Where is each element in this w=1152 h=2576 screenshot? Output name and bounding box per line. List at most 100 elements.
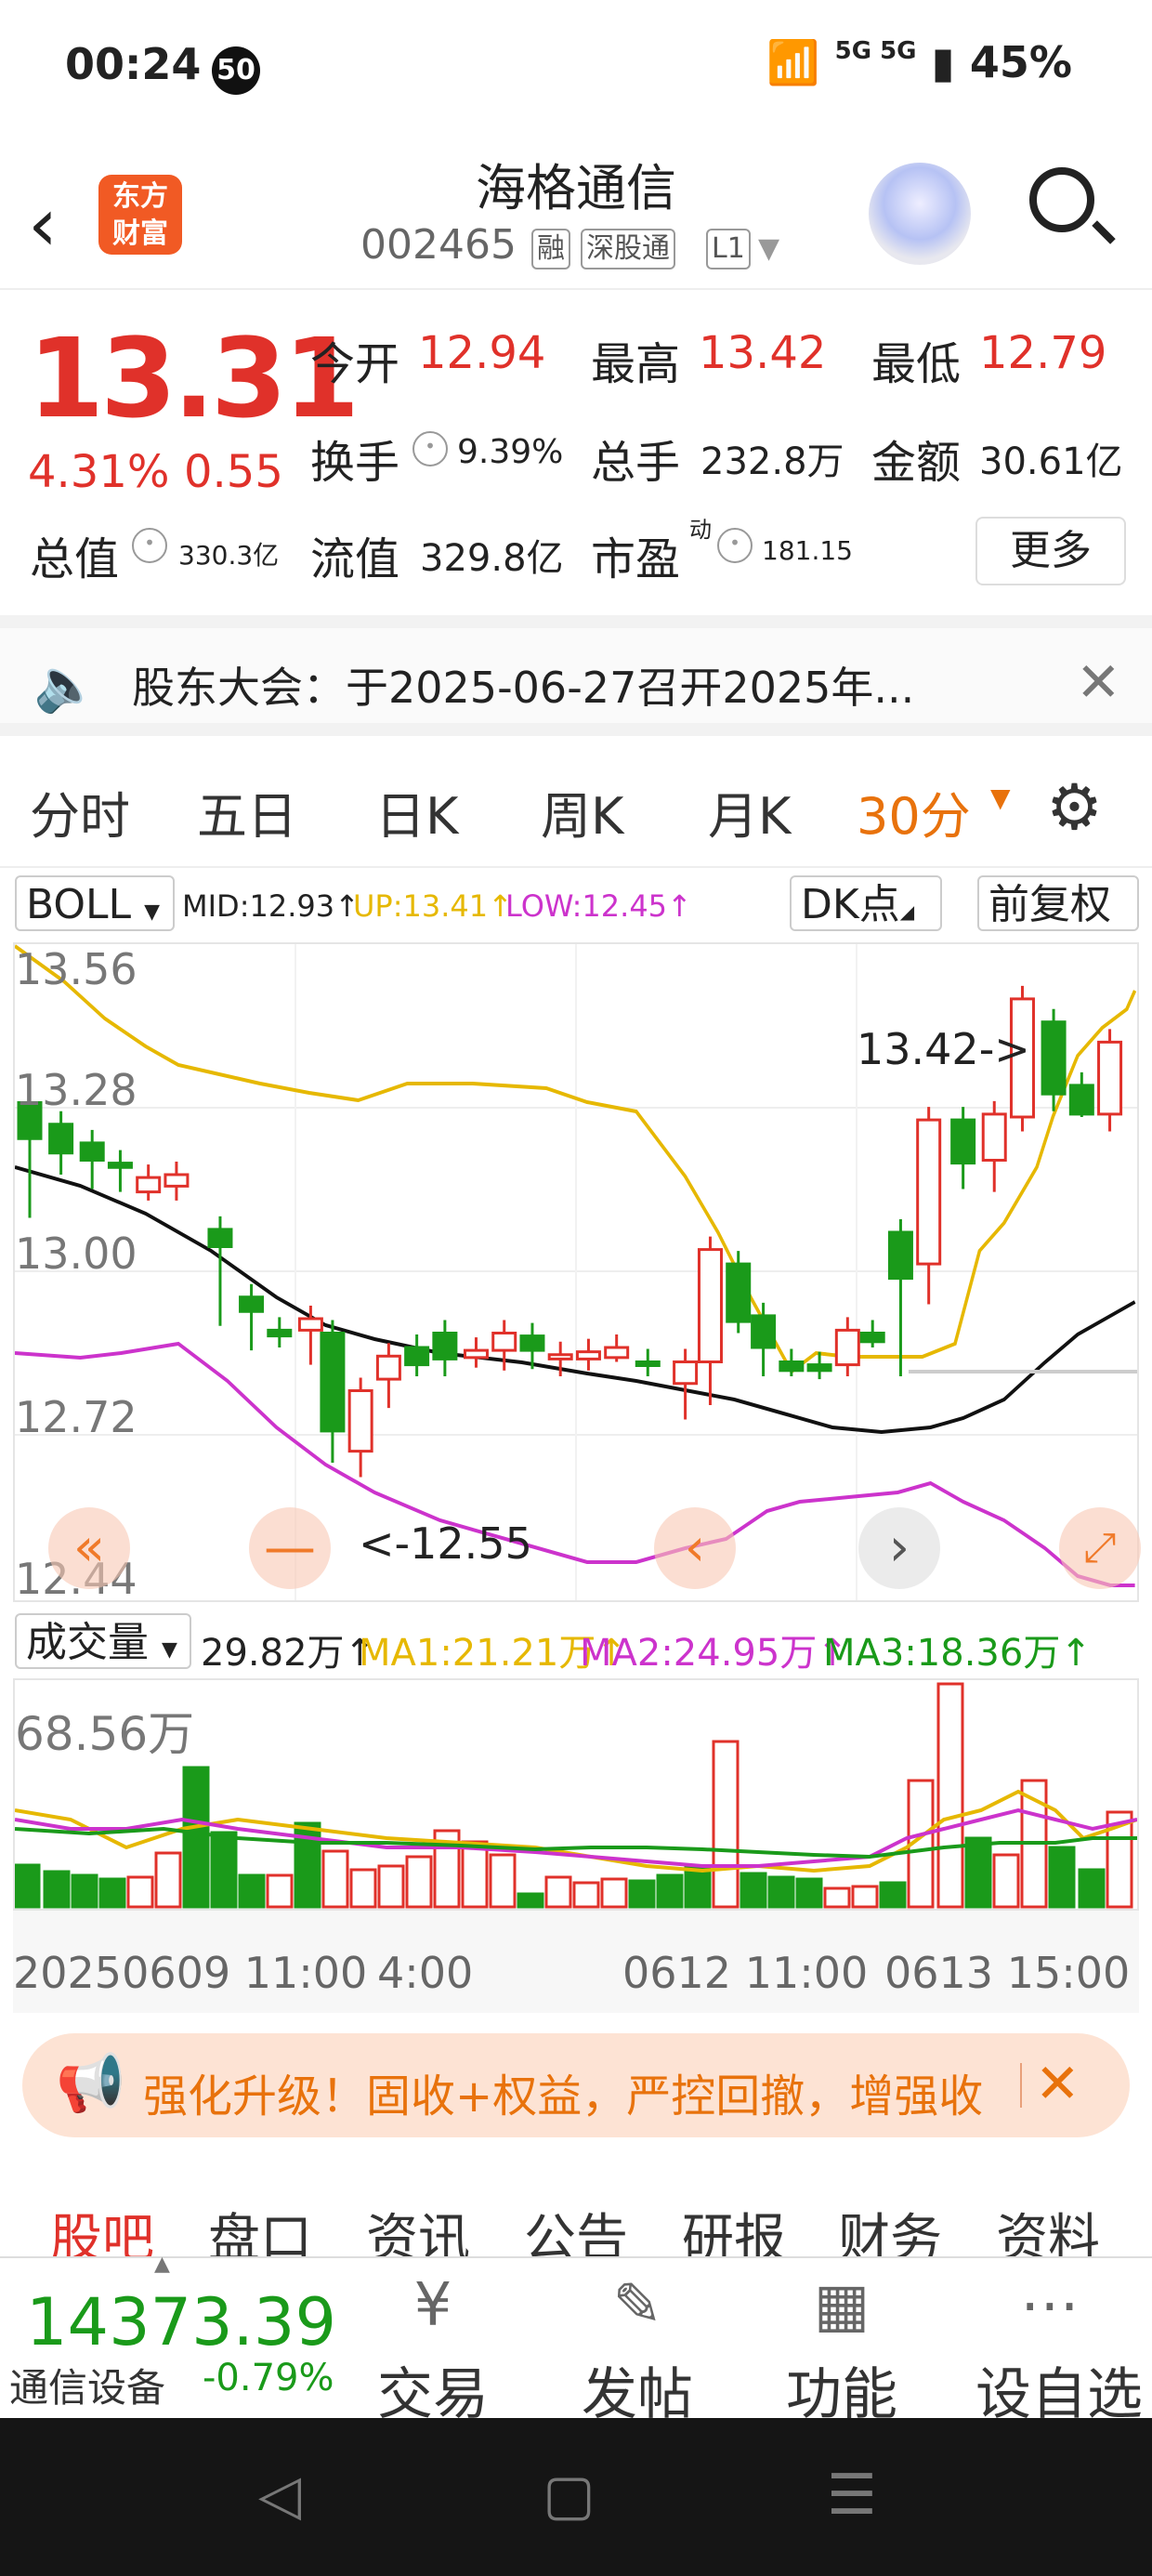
volume-bar: [767, 1875, 795, 1909]
turnover-value: 9.39%: [457, 433, 564, 471]
volume-chart[interactable]: 68.56万: [13, 1678, 1139, 1911]
battery-level: 45%: [969, 37, 1072, 87]
volume-bar: [628, 1879, 656, 1909]
compose-icon[interactable]: ✎: [554, 2271, 721, 2340]
candle: [575, 1350, 601, 1360]
candle: [79, 1141, 105, 1162]
candle: [48, 1123, 74, 1155]
zoom-minus-icon[interactable]: —: [249, 1507, 331, 1589]
tag-level: L1: [706, 229, 751, 269]
stock-header: ‹ 东方 财富 海格通信 002465 融 深股通 L1 ▼: [0, 139, 1152, 290]
close-icon[interactable]: ✕: [1035, 2052, 1080, 2115]
boll-up: UP:13.41↑: [353, 888, 513, 924]
volume-bar: [238, 1873, 266, 1909]
grid-icon[interactable]: ▦: [758, 2271, 925, 2340]
tab-daily-k[interactable]: 日K: [375, 775, 458, 848]
volume-bar: [461, 1840, 489, 1909]
low-value: 12.79: [979, 327, 1107, 379]
volume-bar: [936, 1682, 964, 1909]
robot-assistant-avatar[interactable]: [869, 163, 971, 265]
volume-select[interactable]: 成交量 ▼: [15, 1613, 191, 1669]
tab-30min[interactable]: 30分: [857, 775, 971, 848]
close-icon[interactable]: ✕: [1076, 651, 1121, 714]
quote-panel: 13.31 4.31% 0.55 今开 12.94 最高 13.42 最低 12…: [0, 290, 1152, 615]
nav-home-icon[interactable]: ▢: [543, 2463, 596, 2528]
candle: [519, 1334, 545, 1352]
candle: [239, 1295, 265, 1313]
tab-intraday[interactable]: 分时: [30, 775, 130, 848]
candle: [547, 1353, 573, 1360]
candle: [491, 1332, 517, 1352]
tab-five-day[interactable]: 五日: [197, 775, 297, 848]
eye-icon[interactable]: •: [412, 431, 448, 467]
indicator-select[interactable]: BOLL ▼: [15, 875, 175, 931]
dk-point-button[interactable]: DK点◢: [790, 875, 942, 931]
nav-back-icon[interactable]: ◁: [258, 2463, 301, 2528]
amount-label: 金额: [871, 437, 962, 489]
y-axis-label: 13.00: [15, 1229, 137, 1279]
volume-bar: [656, 1873, 684, 1909]
volume-bar: [572, 1881, 600, 1909]
notification-badge: 50: [212, 46, 260, 95]
volume-bar: [154, 1851, 182, 1909]
pe-superscript: 动: [689, 517, 712, 543]
kline-chart[interactable]: 13.56 13.28 13.00 12.72 12.44 13.42-> <-…: [13, 942, 1141, 1604]
candle: [432, 1332, 458, 1360]
divider: [1020, 2063, 1022, 2108]
volume-bar: [126, 1875, 154, 1909]
nav-menu-icon[interactable]: ☰: [827, 2463, 877, 2528]
search-icon[interactable]: [1029, 167, 1094, 232]
candle: [347, 1389, 373, 1453]
boll-lower-line: [15, 1341, 1135, 1587]
volume-label: 成交量: [26, 1619, 149, 1666]
candle: [1068, 1084, 1094, 1116]
volume-ma3: MA3:18.36万↑: [823, 1632, 1092, 1675]
gear-icon[interactable]: ⚙: [1046, 771, 1103, 845]
chevron-down-icon: ▼: [162, 1638, 177, 1662]
sector-index-value[interactable]: 14373.39: [26, 2284, 336, 2360]
mcap-value: 330.3亿: [178, 540, 280, 571]
volume-bar: [795, 1877, 823, 1909]
candle: [404, 1346, 430, 1367]
bottom-action-bar: ▲ 14373.39 通信设备 -0.79% ¥ 交易 ✎ 发帖 ▦ 功能 ⋯ …: [0, 2253, 1152, 2427]
notice-text[interactable]: 股东大会：于2025-06-27召开2025年...: [132, 654, 914, 716]
scroll-left-icon[interactable]: ‹: [654, 1507, 736, 1589]
indicator-name: BOLL: [26, 881, 132, 928]
chevron-down-icon[interactable]: ▼: [758, 232, 779, 265]
volume-bar: [266, 1873, 294, 1909]
sector-name[interactable]: 通信设备: [9, 2357, 165, 2413]
candle: [806, 1363, 832, 1373]
candle: [463, 1348, 489, 1360]
max-annotation: 13.42->: [857, 1024, 1030, 1074]
pe-value: 181.15: [762, 535, 853, 566]
tab-monthly-k[interactable]: 月K: [708, 775, 791, 848]
zoom-out-far-icon[interactable]: «: [48, 1507, 130, 1589]
chevron-down-icon[interactable]: ▼: [990, 782, 1011, 813]
y-axis-label: 12.72: [15, 1392, 137, 1442]
scroll-right-icon[interactable]: ›: [858, 1507, 940, 1589]
tab-weekly-k[interactable]: 周K: [541, 775, 623, 848]
volume-bar: [43, 1870, 71, 1909]
adjust-button[interactable]: 前复权: [977, 875, 1139, 931]
mcap-label: 总值: [30, 533, 120, 585]
ad-text[interactable]: 强化升级！固收+权益，严控回撤，增强收: [143, 2059, 983, 2124]
candle: [673, 1360, 699, 1386]
volume-bar: [879, 1881, 907, 1909]
volume-bar: [489, 1853, 517, 1909]
candle: [950, 1118, 976, 1165]
volume-bar: [182, 1766, 210, 1909]
volume-bar: [321, 1849, 349, 1909]
volume-bar: [740, 1872, 767, 1909]
volume-bar: [15, 1863, 41, 1909]
candle: [1097, 1040, 1123, 1116]
ad-banner[interactable]: 📢 强化升级！固收+权益，严控回撤，增强收 ✕: [22, 2033, 1130, 2137]
boll-mid: MID:12.93↑: [182, 888, 360, 924]
expand-icon[interactable]: ⤢: [1059, 1507, 1141, 1589]
trade-icon[interactable]: ¥: [349, 2271, 517, 2340]
notice-bar[interactable]: 🔈 股东大会：于2025-06-27召开2025年... ✕: [0, 615, 1152, 736]
eye-icon[interactable]: •: [717, 528, 753, 563]
eye-icon[interactable]: •: [132, 528, 167, 563]
candle: [164, 1173, 190, 1188]
more-button[interactable]: 更多: [975, 517, 1126, 585]
more-dots-icon[interactable]: ⋯: [966, 2271, 1133, 2340]
